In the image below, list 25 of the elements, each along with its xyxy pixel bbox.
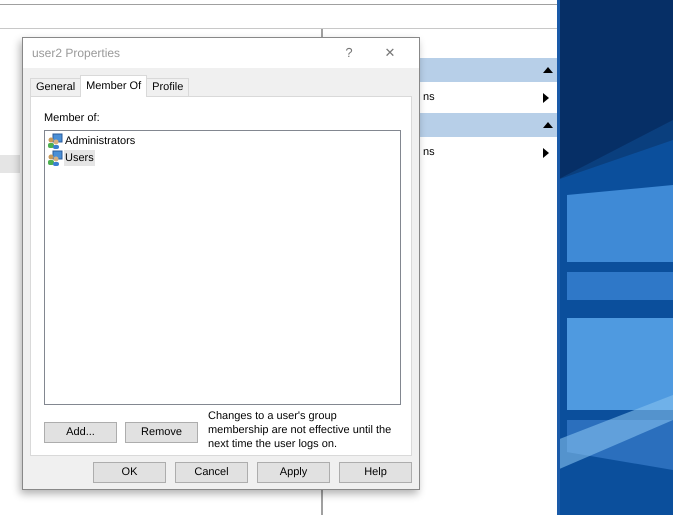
action-item[interactable]: ns [423,89,543,106]
collapse-icon[interactable] [543,122,553,128]
submenu-arrow-icon[interactable] [543,92,549,102]
group-item[interactable]: Administrators [64,132,136,150]
help-button[interactable]: ? [334,43,364,63]
cancel-button[interactable]: Cancel [175,462,248,483]
group-item[interactable]: Users [64,150,95,166]
collapse-icon[interactable] [543,67,553,73]
tab[interactable]: General [30,78,82,97]
remove-button[interactable]: Remove [125,422,198,442]
tab[interactable]: Profile [146,78,190,97]
action-item[interactable]: ns [423,144,543,161]
window-title: user2 Properties [32,45,122,62]
note-text: Changes to a user's group membership are not effective until the next time the user logs on. [208,408,392,450]
add-button[interactable]: Add... [44,422,117,442]
group-list[interactable]: Administrators Users [44,130,401,404]
user-group-icon [47,150,63,166]
apply-button[interactable]: Apply [257,462,330,483]
close-button[interactable]: ✕ [370,43,410,63]
tab[interactable]: Member Of [80,75,148,97]
help-button[interactable]: Help [339,462,412,483]
list-label: Member of: [44,111,101,126]
ok-button[interactable]: OK [93,462,166,483]
submenu-arrow-icon[interactable] [543,148,549,158]
user-group-icon [47,133,63,149]
